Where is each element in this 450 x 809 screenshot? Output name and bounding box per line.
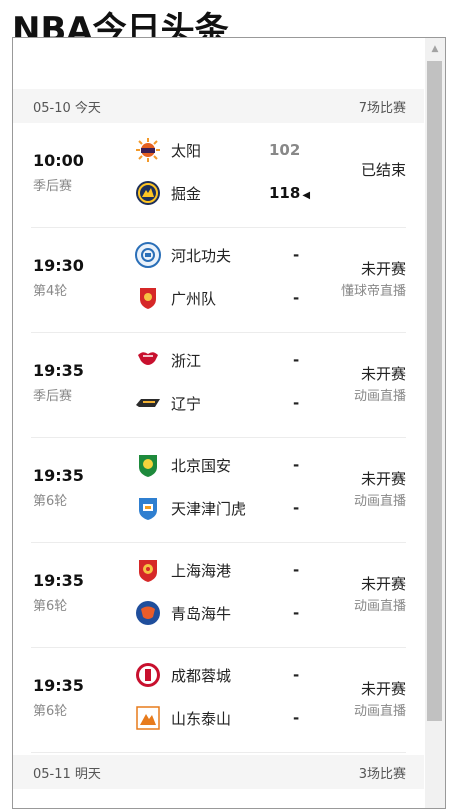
away-score: - [293, 709, 300, 727]
scrollbar-track[interactable]: ▲ [425, 38, 445, 808]
hainiu-logo-icon [135, 600, 161, 626]
match-round: 第6轮 [33, 494, 68, 509]
home-team[interactable]: 河北功夫 [135, 240, 231, 270]
match-status: 已结束 [360, 161, 406, 179]
match-round: 第6轮 [33, 599, 68, 614]
away-score-value: 118 [269, 184, 301, 202]
match-row[interactable]: 10:00 季后赛 太阳 掘金 102 118 ◀ 已结束 [31, 123, 406, 228]
taishan-logo-icon [135, 705, 161, 731]
match-time: 19:30 [33, 256, 84, 275]
suns-logo-icon [135, 137, 161, 163]
nuggets-logo-icon [135, 180, 161, 206]
match-count: 7场比赛 [358, 100, 406, 116]
away-team[interactable]: 辽宁 [135, 388, 201, 418]
team-name: 辽宁 [171, 394, 202, 413]
away-team[interactable]: 山东泰山 [135, 703, 231, 733]
match-time: 19:35 [33, 361, 84, 380]
match-round: 季后赛 [33, 179, 73, 194]
match-time: 19:35 [33, 466, 84, 485]
team-name: 天津津门虎 [171, 499, 247, 518]
scroll-up-arrow-icon[interactable]: ▲ [425, 38, 445, 60]
away-team[interactable]: 青岛海牛 [135, 598, 231, 628]
home-score: - [293, 351, 300, 369]
match-row[interactable]: 19:35 第6轮 北京国安 天津津门虎 - - 未开赛 动画直播 [31, 438, 406, 543]
team-name: 掘金 [171, 184, 202, 203]
team-name: 广州队 [171, 289, 217, 308]
match-time: 10:00 [33, 151, 84, 170]
broadcast-link[interactable]: 动画直播 [354, 595, 406, 614]
match-row[interactable]: 19:35 季后赛 浙江 辽宁 - - 未开赛 动画直播 [31, 333, 406, 438]
date-header-today: 05-10 今天 7场比赛 [13, 89, 424, 123]
broadcast-link[interactable]: 懂球帝直播 [341, 280, 406, 299]
away-team[interactable]: 掘金 [135, 178, 201, 208]
home-team[interactable]: 太阳 [135, 135, 201, 165]
hebei-logo-icon [135, 242, 161, 268]
liaoning-logo-icon [135, 390, 161, 416]
match-status: 未开赛 [360, 575, 406, 593]
guangzhou-logo-icon [135, 285, 161, 311]
match-time: 19:35 [33, 571, 84, 590]
match-row[interactable]: 19:30 第4轮 河北功夫 广州队 - - 未开赛 懂球帝直播 [31, 228, 406, 333]
scrollbar-thumb[interactable] [427, 61, 442, 721]
away-score: 118 ◀ [269, 178, 310, 208]
page-title: NBA今日头条 [12, 10, 229, 40]
home-team[interactable]: 北京国安 [135, 450, 231, 480]
home-team[interactable]: 浙江 [135, 345, 201, 375]
schedule-frame[interactable]: 05-10 今天 7场比赛 10:00 季后赛 太阳 掘金 102 118 ◀ 已… [12, 37, 446, 809]
team-name: 河北功夫 [171, 246, 232, 265]
home-score: - [293, 561, 300, 579]
jinmenhu-logo-icon [135, 495, 161, 521]
away-score: - [293, 394, 300, 412]
match-status: 未开赛 [360, 365, 406, 383]
team-name: 青岛海牛 [171, 604, 232, 623]
match-round: 第4轮 [33, 284, 68, 299]
match-time: 19:35 [33, 676, 84, 695]
away-score: - [293, 604, 300, 622]
team-name: 上海海港 [171, 561, 232, 580]
schedule-list: 05-10 今天 7场比赛 10:00 季后赛 太阳 掘金 102 118 ◀ 已… [13, 38, 424, 789]
team-name: 成都蓉城 [171, 666, 232, 685]
home-score: - [293, 246, 300, 264]
home-team[interactable]: 成都蓉城 [135, 660, 231, 690]
date-header-tomorrow: 05-11 明天 3场比赛 [13, 755, 424, 789]
date-label: 05-10 今天 [33, 100, 101, 116]
home-score: - [293, 456, 300, 474]
match-status: 未开赛 [360, 680, 406, 698]
team-name: 北京国安 [171, 456, 232, 475]
match-status: 未开赛 [360, 260, 406, 278]
match-row[interactable]: 19:35 第6轮 上海海港 青岛海牛 - - 未开赛 动画直播 [31, 543, 406, 648]
broadcast-link[interactable]: 动画直播 [354, 385, 406, 404]
zhejiang-logo-icon [135, 347, 161, 373]
match-count: 3场比赛 [358, 766, 406, 782]
winner-arrow-icon: ◀ [302, 190, 311, 201]
match-round: 季后赛 [33, 389, 73, 404]
away-score: - [293, 289, 300, 307]
match-status: 未开赛 [360, 470, 406, 488]
guoan-logo-icon [135, 452, 161, 478]
home-score: 102 [269, 141, 301, 159]
match-round: 第6轮 [33, 704, 68, 719]
broadcast-link[interactable]: 动画直播 [354, 700, 406, 719]
away-team[interactable]: 天津津门虎 [135, 493, 246, 523]
team-name: 浙江 [171, 351, 202, 370]
away-score: - [293, 499, 300, 517]
rongcheng-logo-icon [135, 662, 161, 688]
away-team[interactable]: 广州队 [135, 283, 216, 313]
broadcast-link[interactable]: 动画直播 [354, 490, 406, 509]
home-team[interactable]: 上海海港 [135, 555, 231, 585]
team-name: 太阳 [171, 141, 202, 160]
match-row[interactable]: 19:35 第6轮 成都蓉城 山东泰山 - - 未开赛 动画直播 [31, 648, 406, 753]
haigang-logo-icon [135, 557, 161, 583]
team-name: 山东泰山 [171, 709, 232, 728]
home-score: - [293, 666, 300, 684]
date-label: 05-11 明天 [33, 766, 101, 782]
